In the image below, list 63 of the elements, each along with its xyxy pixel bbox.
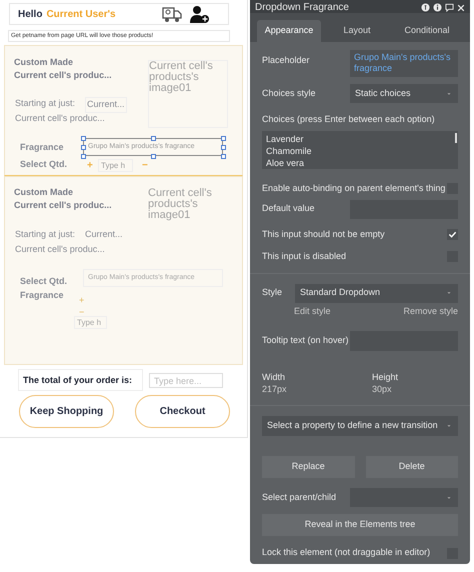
style-dropdown[interactable]: Standard Dropdown <box>295 284 458 302</box>
price-text: Current... <box>85 228 123 241</box>
fragrance-label: Fragrance <box>20 141 64 154</box>
transition-dropdown[interactable]: Select a property to define a new transition <box>262 416 458 436</box>
product-title: Custom Made <box>14 186 74 199</box>
edit-style-link[interactable]: Edit style <box>294 304 331 318</box>
image-placeholder-text: Current cell's products's image01 <box>148 188 213 221</box>
placeholder-field[interactable]: Grupo Main's products's fragrance <box>350 50 458 77</box>
height-value: 30px <box>372 383 393 395</box>
price-label: Starting at just: <box>15 228 76 241</box>
field-label: Choices style <box>262 86 316 100</box>
panel-tab[interactable]: Layout <box>323 20 391 42</box>
comment-icon[interactable] <box>445 3 454 12</box>
choices-textarea[interactable]: Lavender Chamomile Aloe vera <box>262 130 458 168</box>
resize-handle[interactable] <box>151 136 156 141</box>
panel-title: Dropdown Fragrance <box>255 3 349 13</box>
quantity-label: Select Qtd. <box>20 275 68 288</box>
field-label: Tooltip text (on hover) <box>262 334 349 348</box>
action-button[interactable]: Checkout <box>135 395 230 428</box>
price-text: Current... <box>85 97 127 112</box>
field-label: Default value <box>262 202 315 216</box>
field-label: Choices (press Enter between each option) <box>262 113 435 126</box>
checkbox[interactable] <box>447 229 458 240</box>
remove-style-link[interactable]: Remove style <box>403 304 458 318</box>
resize-handle[interactable] <box>151 154 156 159</box>
image-placeholder-text: Current cell's products's image01 <box>148 60 228 128</box>
action-button[interactable]: Keep Shopping <box>19 395 114 428</box>
replace-button[interactable]: Replace <box>262 456 354 478</box>
quantity-label: Select Qtd. <box>20 158 68 171</box>
field-label: This input is disabled <box>262 250 346 263</box>
quantity-field[interactable]: Type h <box>98 159 133 172</box>
description-text: Current cell's produc... <box>15 243 105 256</box>
product-title: Custom Made <box>14 56 74 69</box>
reveal-button[interactable]: Reveal in the Elements tree <box>262 514 458 536</box>
field-label: Height <box>372 371 400 383</box>
field-label: Select parent/child <box>262 490 336 504</box>
description-text: Current cell's produc... <box>15 112 105 125</box>
scrollbar-thumb[interactable] <box>455 132 457 142</box>
panel-tab[interactable]: Conditional <box>393 20 461 42</box>
price-label: Starting at just: <box>15 97 76 110</box>
choices-style-dropdown[interactable]: Static choices <box>350 84 458 103</box>
close-icon[interactable] <box>457 4 465 12</box>
user-name-text: Current User's <box>46 8 116 22</box>
fragrance-label: Fragrance <box>20 289 64 302</box>
panel-tab[interactable]: Appearance <box>257 20 321 42</box>
product-name: Current cell's produc... <box>14 199 112 212</box>
field-label: Width <box>262 371 286 383</box>
product-name: Current cell's produc... <box>14 69 112 82</box>
field-label: Enable auto-binding on parent element's thing <box>262 182 446 195</box>
field-label: Lock this element (not draggable in editor) <box>262 546 430 560</box>
check-icon <box>448 230 457 239</box>
total-field[interactable]: Type here... <box>149 373 223 388</box>
field-label: Style <box>262 286 282 300</box>
info-icon[interactable] <box>433 3 442 12</box>
help-icon[interactable] <box>421 3 430 12</box>
greeting-text: Hello <box>18 8 42 22</box>
quantity-field[interactable]: Type h <box>74 316 107 329</box>
delete-button[interactable]: Delete <box>366 456 458 478</box>
width-value: 217px <box>262 383 288 395</box>
field-label: Placeholder <box>262 54 310 67</box>
field-label: This input should not be empty <box>262 228 385 241</box>
total-label: The total of your order is: <box>18 369 143 391</box>
add-user-icon[interactable] <box>190 4 210 24</box>
